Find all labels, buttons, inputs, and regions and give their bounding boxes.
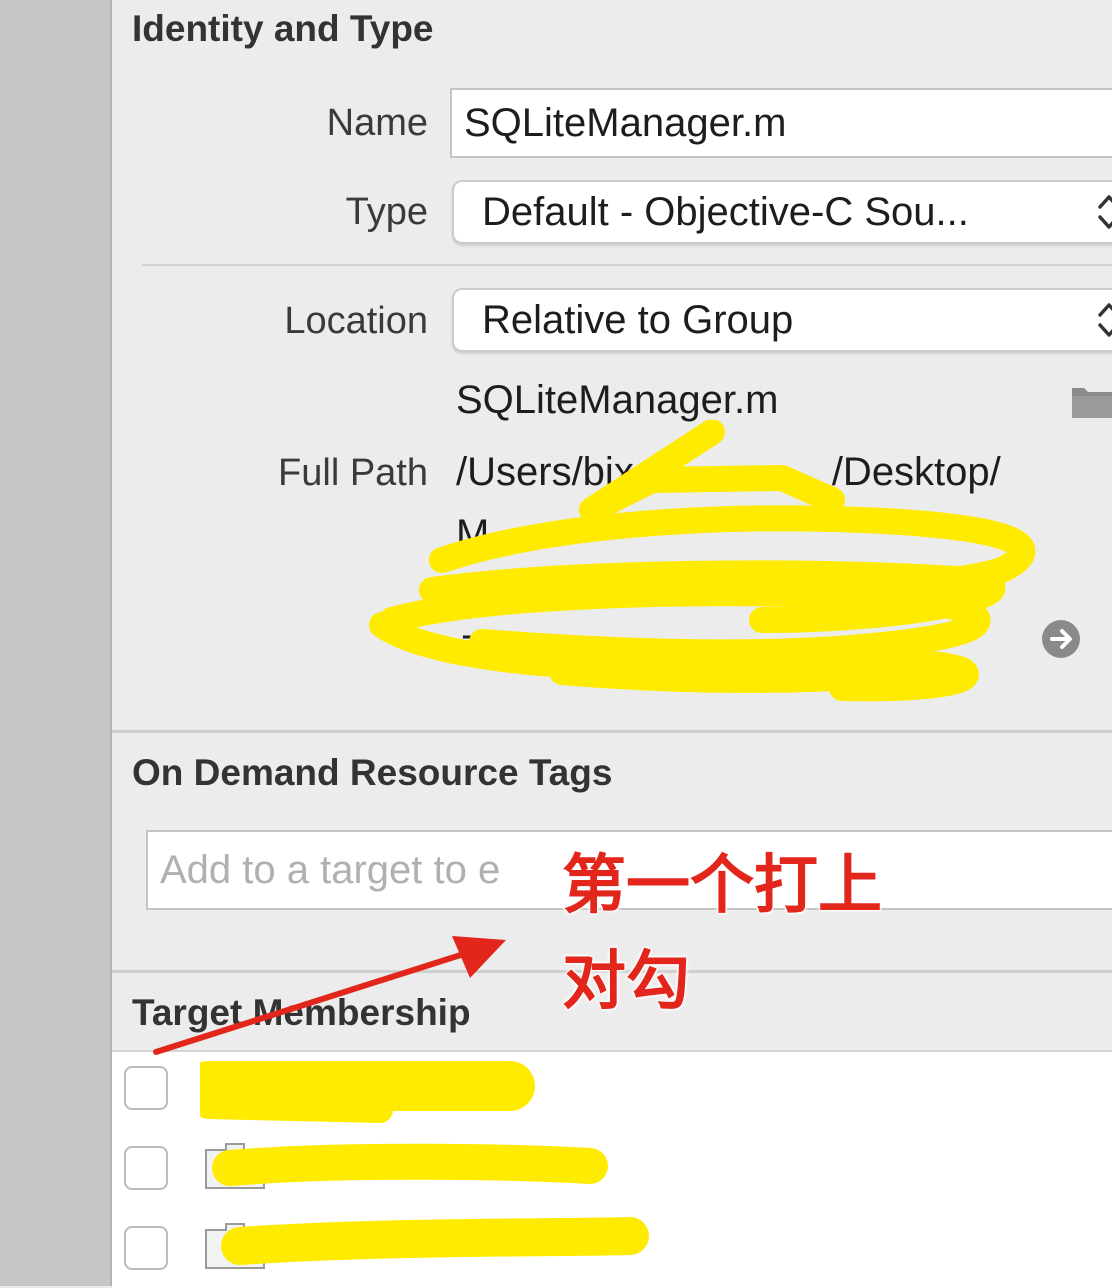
chevron-up-down-icon	[1098, 303, 1112, 337]
divider	[142, 264, 1112, 266]
target-checkbox[interactable]	[124, 1146, 168, 1190]
location-label: Location	[284, 300, 428, 342]
annotation-text-line1: 第一个打上	[561, 848, 883, 922]
location-value: Relative to Group	[482, 298, 794, 342]
annotation-arrow	[153, 936, 506, 1055]
location-popup[interactable]: Relative to Group	[452, 288, 1112, 352]
reveal-in-finder-arrow-icon[interactable]	[1040, 618, 1082, 660]
name-field-value: SQLiteManager.m	[464, 101, 787, 145]
chevron-up-down-icon	[1098, 195, 1112, 229]
file-type-popup[interactable]: Default - Objective-C Sou...	[452, 180, 1112, 244]
name-label: Name	[326, 102, 428, 144]
file-inspector-panel: Identity and Type Name SQLiteManager.m T…	[112, 0, 1112, 1288]
target-checkbox[interactable]	[124, 1226, 168, 1270]
redaction-scribble	[200, 1061, 649, 1265]
type-label: Type	[345, 191, 428, 233]
relative-filename: SQLiteManager.m	[456, 378, 779, 422]
section-separator	[112, 730, 1112, 733]
file-type-value: Default - Objective-C Sou...	[482, 190, 969, 234]
resource-tags-placeholder: Add to a target to e	[160, 848, 501, 892]
name-field[interactable]: SQLiteManager.m	[450, 88, 1112, 158]
left-gutter	[0, 0, 112, 1286]
target-checkbox[interactable]	[124, 1066, 168, 1110]
on-demand-resource-tags-title: On Demand Resource Tags	[132, 752, 613, 793]
identity-and-type-title: Identity and Type	[132, 8, 434, 49]
annotation-text-line2: 对勾	[561, 944, 691, 1018]
redaction-scribble	[369, 420, 1035, 702]
folder-icon[interactable]	[1070, 380, 1112, 420]
